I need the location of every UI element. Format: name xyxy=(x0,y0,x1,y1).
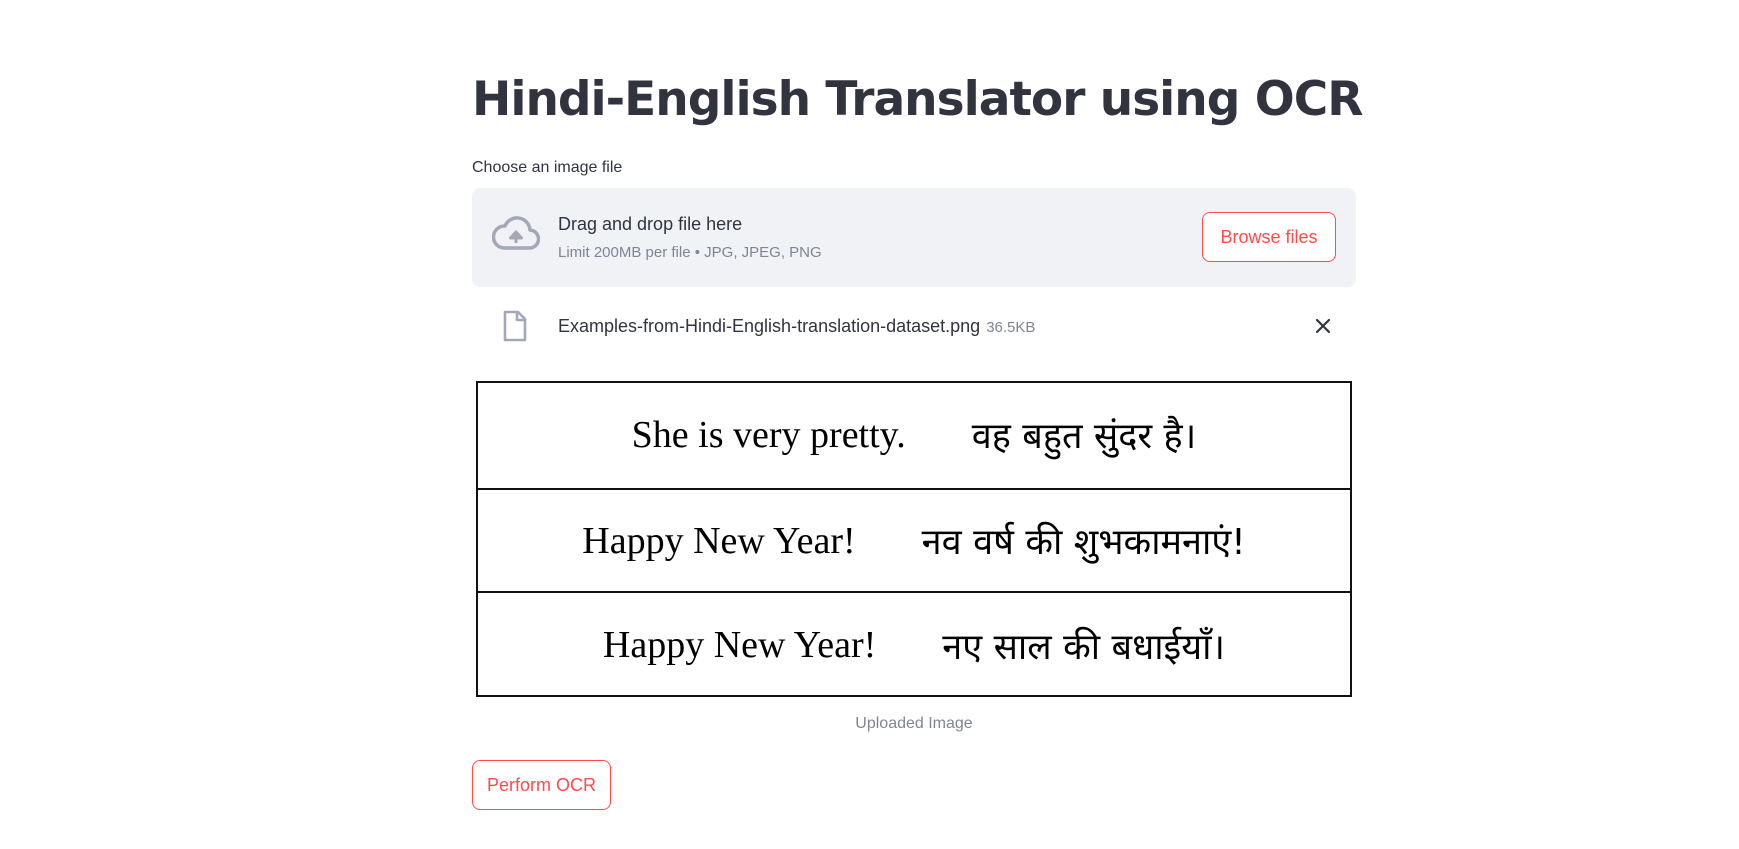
preview-hindi-text: वह बहुत सुंदर है। xyxy=(971,416,1197,457)
preview-english-text: She is very pretty. xyxy=(631,413,906,456)
dropzone-title: Drag and drop file here xyxy=(558,214,743,234)
dropzone-instructions: Drag and drop file here Limit 200MB per … xyxy=(558,211,822,263)
uploaded-file-row: Examples-from-Hindi-English-translation-… xyxy=(472,307,1356,345)
uploaded-file-name: Examples-from-Hindi-English-translation-… xyxy=(558,316,981,336)
close-icon[interactable] xyxy=(1312,315,1334,337)
preview-row: She is very pretty. वह बहुत सुंदर है। xyxy=(478,383,1350,486)
file-dropzone[interactable]: Drag and drop file here Limit 200MB per … xyxy=(472,188,1356,287)
file-icon xyxy=(503,310,527,342)
preview-hindi-text: नव वर्ष की शुभकामनाएं! xyxy=(921,522,1246,563)
browse-files-button[interactable]: Browse files xyxy=(1202,212,1336,262)
preview-english-text: Happy New Year! xyxy=(582,519,856,562)
uploaded-file-info: Examples-from-Hindi-English-translation-… xyxy=(558,313,1035,341)
uploaded-file-size: 36.5KB xyxy=(986,319,1036,336)
uploaded-image-preview: She is very pretty. वह बहुत सुंदर है। Ha… xyxy=(476,381,1352,697)
page-title: Hindi-English Translator using OCR xyxy=(472,72,1363,127)
perform-ocr-button[interactable]: Perform OCR xyxy=(472,760,611,810)
preview-row: Happy New Year! नव वर्ष की शुभकामनाएं! xyxy=(478,488,1350,591)
preview-hindi-text: नए साल की बधाईयाँ। xyxy=(942,626,1226,668)
uploader-label: Choose an image file xyxy=(472,159,623,176)
cloud-upload-icon xyxy=(492,216,540,250)
preview-english-text: Happy New Year! xyxy=(602,624,877,666)
preview-row: Happy New Year! नए साल की बधाईयाँ। xyxy=(478,591,1350,697)
image-caption: Uploaded Image xyxy=(855,715,973,732)
dropzone-limit: Limit 200MB per file • JPG, JPEG, PNG xyxy=(558,244,822,261)
